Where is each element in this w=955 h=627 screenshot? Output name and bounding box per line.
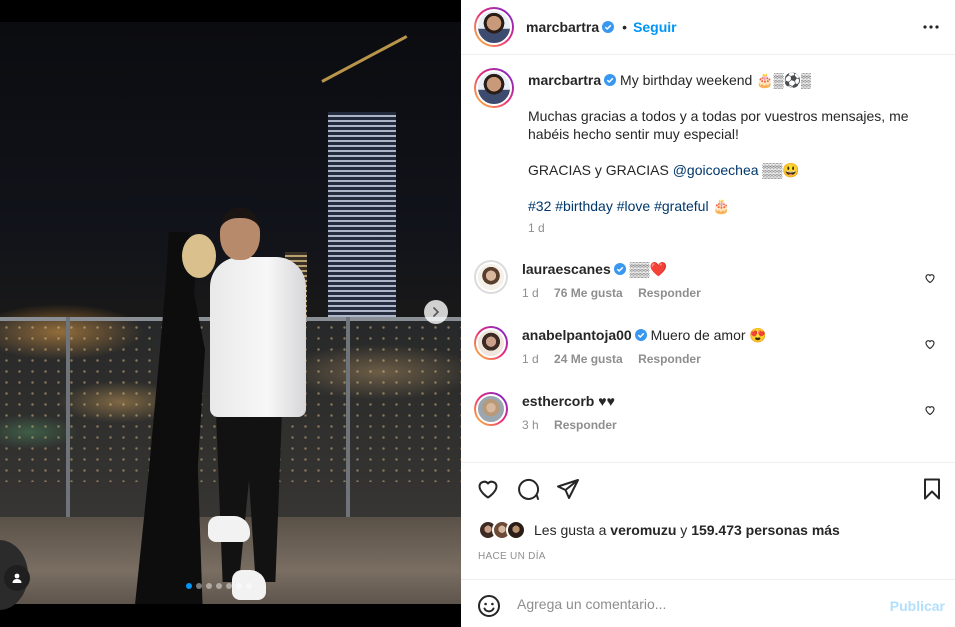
chevron-right-icon: [433, 307, 440, 317]
crane: [321, 35, 408, 83]
comment-likes[interactable]: 76 Me gusta: [554, 286, 623, 300]
comment-text: ▒▒❤️: [629, 261, 667, 277]
verified-badge-icon: [604, 74, 617, 86]
likes-prefix: Les gusta a: [534, 522, 607, 538]
caption-thanks: GRACIAS y GRACIAS @goicoechea ▒▒😃: [528, 161, 938, 179]
comment-time[interactable]: 3 h: [522, 418, 539, 432]
post-header: marcbartra • Seguir: [461, 0, 955, 55]
reply-button[interactable]: Responder: [638, 352, 701, 366]
carousel-dot: [206, 583, 212, 589]
liker-avatars[interactable]: [478, 520, 526, 540]
likes-summary: Les gusta a veromuzu y 159.473 personas …: [478, 520, 840, 540]
caption-message: Muchas gracias a todos y a todas por vue…: [528, 108, 909, 142]
carousel-dot: [196, 583, 202, 589]
person-tag-icon[interactable]: [4, 565, 30, 591]
paper-plane-icon[interactable]: [556, 477, 580, 501]
separator-dot: •: [622, 19, 628, 35]
verified-badge-icon: [634, 329, 647, 341]
comment-time[interactable]: 1 d: [522, 352, 539, 366]
post-actions: Les gusta a veromuzu y 159.473 personas …: [461, 462, 955, 579]
carousel-dot: [236, 583, 242, 589]
comment-username[interactable]: esthercorb: [522, 393, 594, 409]
caption-thanks-text: GRACIAS y GRACIAS: [528, 162, 669, 178]
avatar[interactable]: [474, 260, 508, 294]
hashtags[interactable]: #32 #birthday #love #grateful: [528, 198, 709, 214]
avatar[interactable]: [474, 7, 514, 47]
carousel-indicator: [186, 583, 252, 589]
caption-username[interactable]: marcbartra: [528, 72, 601, 88]
comment-item: lauraescanes ▒▒❤️ 1 d 76 Me gusta Respon…: [474, 260, 944, 302]
comments-list[interactable]: marcbartra My birthday weekend 🎂▒⚽▒ Much…: [461, 56, 955, 462]
comment-composer: Publicar: [461, 579, 955, 627]
smiley-icon[interactable]: [477, 594, 501, 618]
heart-icon[interactable]: [476, 477, 500, 501]
post-photo[interactable]: [0, 22, 461, 604]
bookmark-icon[interactable]: [920, 477, 944, 501]
heart-icon[interactable]: [924, 338, 936, 350]
caption-thanks-emoji: ▒▒😃: [762, 162, 800, 178]
sneaker: [208, 516, 250, 542]
mention-link[interactable]: @goicoechea: [673, 162, 759, 178]
comment-text: Muero de amor 😍: [650, 327, 767, 343]
action-bar: [476, 477, 580, 501]
verified-badge-icon: [613, 263, 626, 275]
railing-post: [66, 317, 70, 527]
woman-head: [182, 234, 216, 278]
comment-meta: 1 d 24 Me gusta Responder: [522, 350, 767, 368]
comment-meta: 1 d 76 Me gusta Responder: [522, 284, 701, 302]
post-side-panel: marcbartra • Seguir marcbartra My birthd…: [461, 0, 955, 627]
comment-item: anabelpantoja00 Muero de amor 😍 1 d 24 M…: [474, 326, 944, 368]
comment-likes[interactable]: 24 Me gusta: [554, 352, 623, 366]
railing-post: [346, 317, 350, 527]
reply-button[interactable]: Responder: [554, 418, 617, 432]
avatar[interactable]: [474, 68, 514, 108]
comment-icon[interactable]: [516, 477, 540, 501]
author-username[interactable]: marcbartra: [526, 19, 599, 35]
post-media: [0, 0, 461, 627]
comment-meta: 3 h Responder: [522, 416, 617, 434]
reply-button[interactable]: Responder: [638, 286, 701, 300]
carousel-dot: [226, 583, 232, 589]
comment-time[interactable]: 1 d: [522, 286, 539, 300]
comment-username[interactable]: lauraescanes: [522, 261, 611, 277]
liker-username[interactable]: veromuzu: [610, 522, 676, 538]
caption-hashtags-line: #32 #birthday #love #grateful 🎂: [528, 197, 938, 215]
carousel-dot: [186, 583, 192, 589]
avatar[interactable]: [474, 326, 508, 360]
comment-item: esthercorb ♥♥ 3 h Responder: [474, 392, 944, 434]
caption-time[interactable]: 1 d: [528, 219, 938, 237]
caption: marcbartra My birthday weekend 🎂▒⚽▒ Much…: [474, 68, 944, 237]
carousel-dot: [216, 583, 222, 589]
man-head: [220, 208, 260, 260]
carousel-dot: [246, 583, 252, 589]
verified-badge-icon: [602, 21, 615, 33]
comment-input[interactable]: [517, 592, 877, 616]
publish-button[interactable]: Publicar: [890, 598, 945, 614]
hashtag-emoji: 🎂: [712, 198, 730, 214]
comment-text: ♥♥: [598, 393, 615, 409]
heart-icon[interactable]: [924, 272, 936, 284]
man-figure: [210, 257, 306, 417]
heart-icon[interactable]: [924, 404, 936, 416]
follow-button[interactable]: Seguir: [633, 19, 677, 35]
carousel-next-button[interactable]: [424, 300, 448, 324]
avatar[interactable]: [474, 392, 508, 426]
comment-username[interactable]: anabelpantoja00: [522, 327, 632, 343]
more-horizontal-icon[interactable]: [921, 17, 941, 37]
instagram-post-view: marcbartra • Seguir marcbartra My birthd…: [0, 0, 955, 627]
post-timestamp[interactable]: HACE UN DÍA: [478, 551, 546, 562]
likes-connector: y: [680, 522, 688, 538]
caption-title: My birthday weekend 🎂▒⚽▒: [620, 72, 811, 88]
skyscraper: [328, 112, 396, 317]
likes-count[interactable]: 159.473 personas más: [691, 522, 840, 538]
